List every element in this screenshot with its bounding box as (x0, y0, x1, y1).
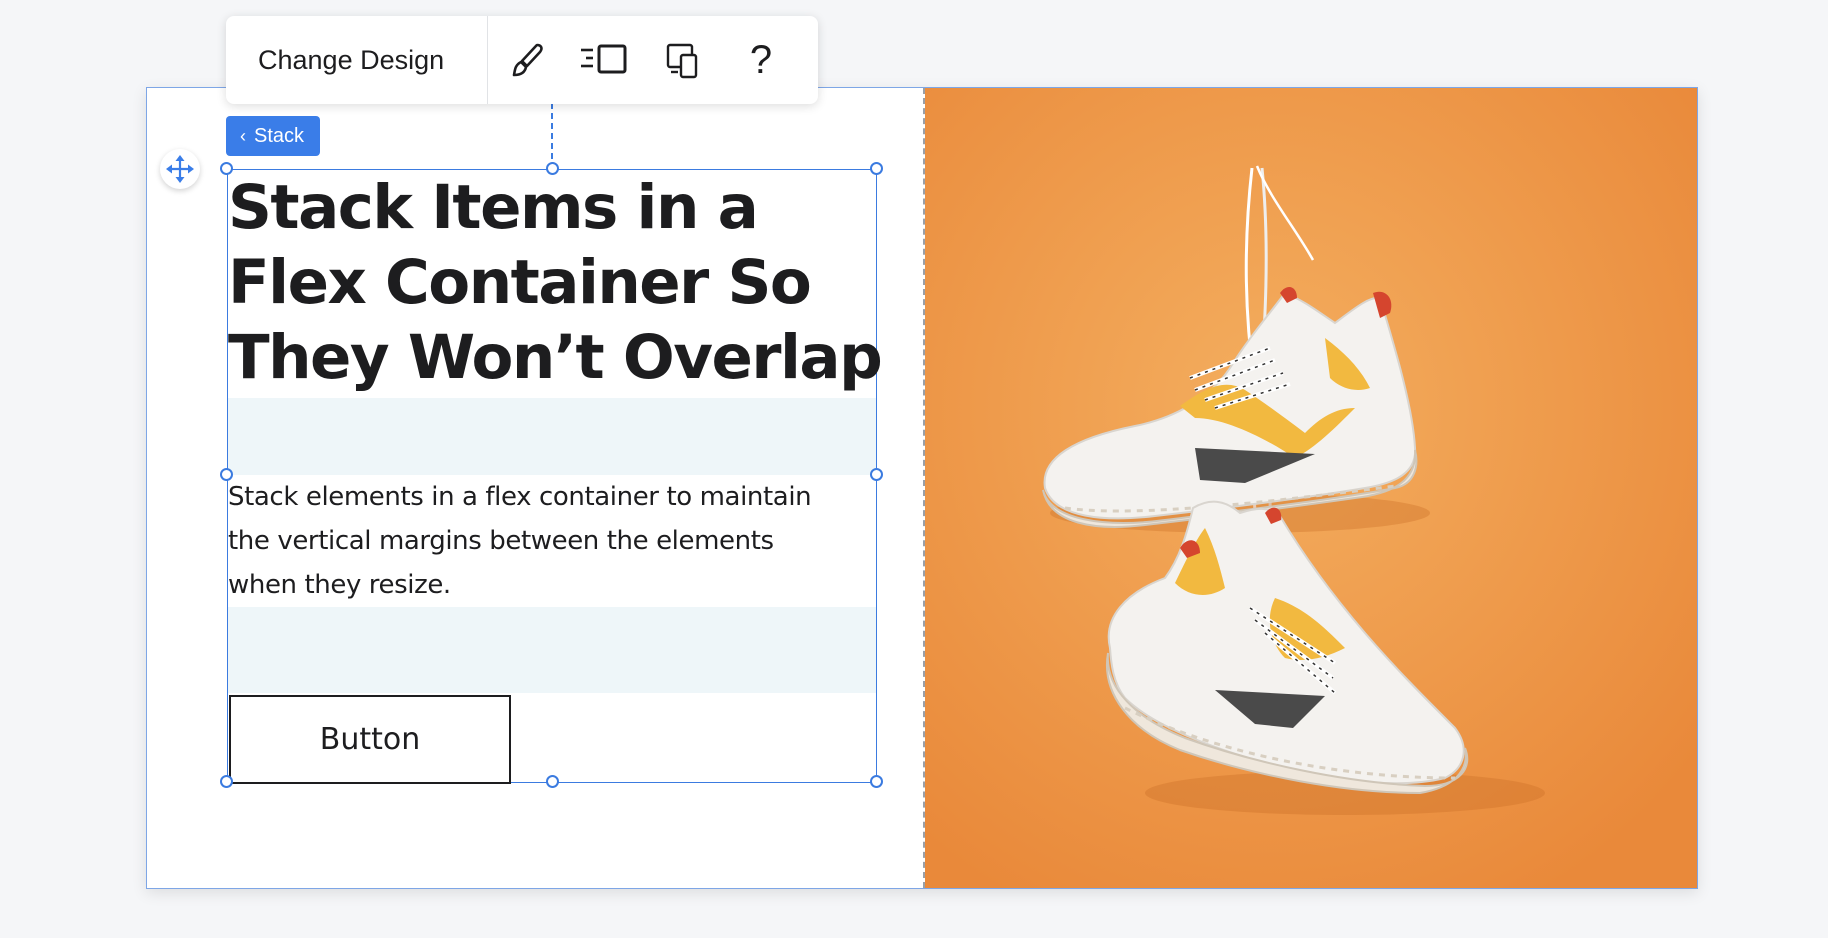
cta-button[interactable]: Button (229, 695, 511, 784)
paintbrush-icon (512, 43, 543, 77)
responsive-devices-button[interactable] (644, 16, 722, 104)
sneakers-illustration (925, 88, 1697, 888)
change-design-button[interactable]: Change Design (226, 16, 488, 104)
stack-layout-icon (581, 44, 627, 74)
resize-handle-bottom-center[interactable] (546, 775, 559, 788)
heading-line: They Won’t Overlap (228, 322, 883, 393)
design-button[interactable] (488, 16, 566, 104)
alignment-guide-line (551, 103, 553, 169)
stack-breadcrumb-tag[interactable]: ‹ Stack (226, 116, 321, 156)
body-paragraph[interactable]: Stack elements in a flex container to ma… (228, 475, 876, 607)
chevron-left-icon: ‹ (240, 125, 246, 146)
paragraph-line: Stack elements in a flex container to ma… (228, 482, 812, 512)
stack-container[interactable]: Stack Items in a Flex Container So They … (220, 162, 883, 788)
resize-handle-bottom-left[interactable] (220, 775, 233, 788)
resize-handle-middle-left[interactable] (220, 468, 233, 481)
stack-gap-band (228, 398, 876, 475)
resize-handle-bottom-right[interactable] (870, 775, 883, 788)
paragraph-line: the vertical margins between the element… (228, 526, 774, 556)
page-heading[interactable]: Stack Items in a Flex Container So They … (228, 170, 888, 395)
breadcrumb-label: Stack (254, 124, 305, 147)
element-toolbar: Change Design ? (226, 16, 818, 104)
resize-handle-middle-right[interactable] (870, 468, 883, 481)
move-handle[interactable] (160, 149, 200, 189)
resize-handle-top-right[interactable] (870, 162, 883, 175)
sneakers-image[interactable] (925, 88, 1697, 888)
stack-gap-band (228, 607, 876, 693)
heading-line: Stack Items in a (228, 172, 759, 243)
paragraph-line: when they resize. (228, 570, 451, 600)
stack-layout-button[interactable] (566, 16, 644, 104)
heading-line: Flex Container So (228, 247, 812, 318)
resize-handle-top-left[interactable] (220, 162, 233, 175)
help-button[interactable]: ? (722, 16, 800, 104)
move-arrows-icon (166, 155, 194, 183)
help-icon: ? (749, 37, 773, 82)
devices-icon (666, 43, 698, 79)
resize-handle-top-center[interactable] (546, 162, 559, 175)
